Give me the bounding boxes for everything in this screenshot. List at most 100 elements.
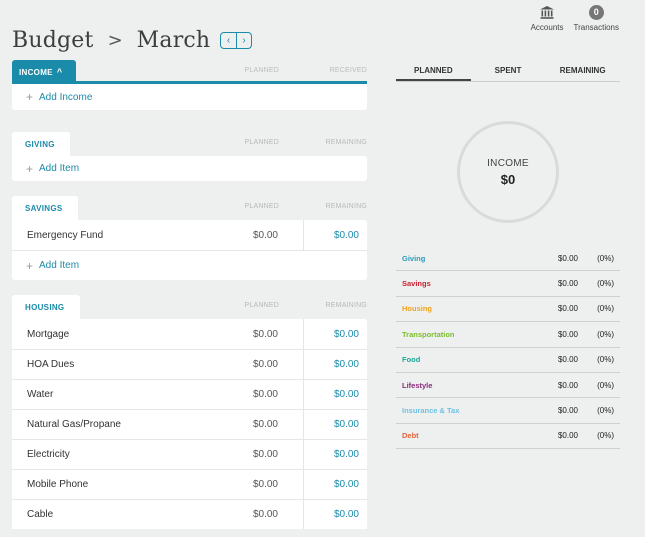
- housing-group: HOUSING PLANNED REMAINING Mortgage $0.00…: [12, 295, 367, 529]
- budget-row[interactable]: Natural Gas/Propane $0.00 $0.00: [12, 409, 367, 439]
- category-percent: (0%): [597, 279, 614, 289]
- budget-row[interactable]: Mobile Phone $0.00 $0.00: [12, 469, 367, 499]
- category-summary-list: Giving $0.00 (0%) Savings $0.00 (0%) Housing $0…: [396, 246, 620, 450]
- budget-row[interactable]: Cable $0.00 $0.00: [12, 499, 367, 529]
- budget-row[interactable]: Water $0.00 $0.00: [12, 379, 367, 409]
- transactions-label: Transactions: [573, 23, 620, 32]
- accounts-button[interactable]: Accounts: [531, 4, 564, 32]
- row-remaining: $0.00: [303, 350, 367, 379]
- row-remaining: $0.00: [303, 500, 367, 529]
- row-name[interactable]: Emergency Fund: [12, 230, 208, 241]
- row-name[interactable]: Water: [12, 389, 208, 400]
- category-name: Transportation: [402, 329, 455, 339]
- add-item-label: Add Item: [39, 260, 80, 271]
- category-amount: $0.00: [557, 279, 578, 289]
- tab-planned[interactable]: PLANNED: [396, 62, 471, 81]
- category-amount: $0.00: [557, 355, 578, 365]
- row-remaining: $0.00: [303, 410, 367, 439]
- category-summary-row[interactable]: Giving $0.00 (0%): [396, 246, 620, 272]
- housing-tab-label: HOUSING: [25, 302, 65, 312]
- giving-tab[interactable]: GIVING: [12, 132, 70, 156]
- category-summary-row[interactable]: Lifestyle $0.00 (0%): [396, 373, 620, 399]
- row-name[interactable]: HOA Dues: [12, 359, 208, 370]
- summary-tabs: PLANNED SPENT REMAINING: [396, 62, 620, 82]
- category-summary-row[interactable]: Savings $0.00 (0%): [396, 271, 620, 297]
- category-percent: (0%): [597, 380, 614, 390]
- row-name[interactable]: Electricity: [12, 449, 208, 460]
- row-planned[interactable]: $0.00: [208, 230, 303, 241]
- category-name: Insurance & Tax: [402, 406, 460, 416]
- giving-group-header: GIVING PLANNED REMAINING: [12, 132, 367, 156]
- row-remaining: $0.00: [303, 470, 367, 499]
- row-planned[interactable]: $0.00: [208, 479, 303, 490]
- income-tab[interactable]: INCOME ^: [12, 60, 76, 84]
- category-amount: $0.00: [557, 431, 578, 441]
- category-amount: $0.00: [557, 304, 578, 314]
- category-summary-row[interactable]: Food $0.00 (0%): [396, 348, 620, 373]
- row-planned[interactable]: $0.00: [208, 509, 303, 520]
- transactions-count-badge: 0: [588, 4, 604, 20]
- add-item-label: Add Item: [39, 163, 80, 174]
- category-summary-row[interactable]: Housing $0.00 (0%): [396, 297, 620, 323]
- category-percent: (0%): [597, 355, 614, 365]
- savings-tab-label: SAVINGS: [25, 203, 63, 213]
- category-amount: $0.00: [557, 406, 578, 416]
- row-planned[interactable]: $0.00: [208, 449, 303, 460]
- housing-col-planned: PLANNED: [244, 302, 279, 309]
- tab-spent[interactable]: SPENT: [471, 62, 546, 81]
- category-name: Food: [402, 355, 421, 365]
- row-remaining: $0.00: [303, 380, 367, 409]
- savings-group-header: SAVINGS PLANNED REMAINING: [12, 196, 367, 220]
- budget-groups: INCOME ^ PLANNED RECEIVED + Add Income G…: [12, 60, 367, 537]
- row-planned[interactable]: $0.00: [208, 359, 303, 370]
- category-name: Housing: [402, 304, 432, 314]
- budget-row[interactable]: Electricity $0.00 $0.00: [12, 439, 367, 469]
- row-name[interactable]: Mortgage: [12, 329, 208, 340]
- row-name[interactable]: Mobile Phone: [12, 479, 208, 490]
- row-planned[interactable]: $0.00: [208, 419, 303, 430]
- add-savings-item-button[interactable]: + Add Item: [12, 250, 367, 280]
- budget-row[interactable]: Mortgage $0.00 $0.00: [12, 319, 367, 349]
- row-remaining: $0.00: [303, 319, 367, 349]
- savings-col-remaining: REMAINING: [325, 203, 367, 210]
- category-amount: $0.00: [557, 329, 578, 339]
- row-planned[interactable]: $0.00: [208, 329, 303, 340]
- housing-group-header: HOUSING PLANNED REMAINING: [12, 295, 367, 319]
- prev-month-button[interactable]: ‹: [221, 33, 236, 48]
- savings-col-planned: PLANNED: [244, 203, 279, 210]
- row-planned[interactable]: $0.00: [208, 389, 303, 400]
- donut-value: $0: [500, 171, 516, 187]
- savings-group: SAVINGS PLANNED REMAINING Emergency Fund…: [12, 196, 367, 280]
- category-amount: $0.00: [557, 253, 578, 263]
- summary-panel: PLANNED SPENT REMAINING INCOME $0 Giving…: [396, 62, 620, 450]
- savings-tab[interactable]: SAVINGS: [12, 196, 78, 220]
- plus-icon: +: [26, 90, 34, 104]
- month-pager: ‹ ›: [220, 31, 253, 49]
- row-name[interactable]: Natural Gas/Propane: [12, 419, 208, 430]
- category-summary-row[interactable]: Debt $0.00 (0%): [396, 424, 620, 450]
- housing-tab[interactable]: HOUSING: [12, 295, 80, 319]
- plus-icon: +: [26, 258, 34, 273]
- tab-remaining[interactable]: REMAINING: [545, 62, 620, 81]
- income-donut-chart: INCOME $0: [457, 121, 559, 223]
- add-income-button[interactable]: + Add Income: [12, 84, 367, 110]
- page-title: Budget: [12, 27, 94, 53]
- housing-col-remaining: REMAINING: [325, 302, 367, 309]
- category-summary-row[interactable]: Insurance & Tax $0.00 (0%): [396, 398, 620, 424]
- plus-icon: +: [26, 161, 34, 176]
- income-col-planned: PLANNED: [244, 67, 279, 74]
- income-tab-label: INCOME: [19, 67, 53, 77]
- category-summary-row[interactable]: Transportation $0.00 (0%): [396, 322, 620, 348]
- budget-row[interactable]: Emergency Fund $0.00 $0.00: [12, 220, 367, 250]
- next-month-button[interactable]: ›: [235, 32, 252, 48]
- transactions-button[interactable]: 0 Transactions: [573, 4, 620, 32]
- breadcrumb-separator: >: [107, 29, 123, 51]
- budget-row[interactable]: HOA Dues $0.00 $0.00: [12, 349, 367, 379]
- category-percent: (0%): [597, 329, 614, 339]
- add-giving-item-button[interactable]: + Add Item: [12, 156, 367, 181]
- donut-label: INCOME: [487, 157, 529, 169]
- giving-col-planned: PLANNED: [244, 139, 279, 146]
- row-remaining: $0.00: [303, 220, 367, 250]
- row-name[interactable]: Cable: [12, 509, 208, 520]
- category-name: Giving: [402, 253, 426, 263]
